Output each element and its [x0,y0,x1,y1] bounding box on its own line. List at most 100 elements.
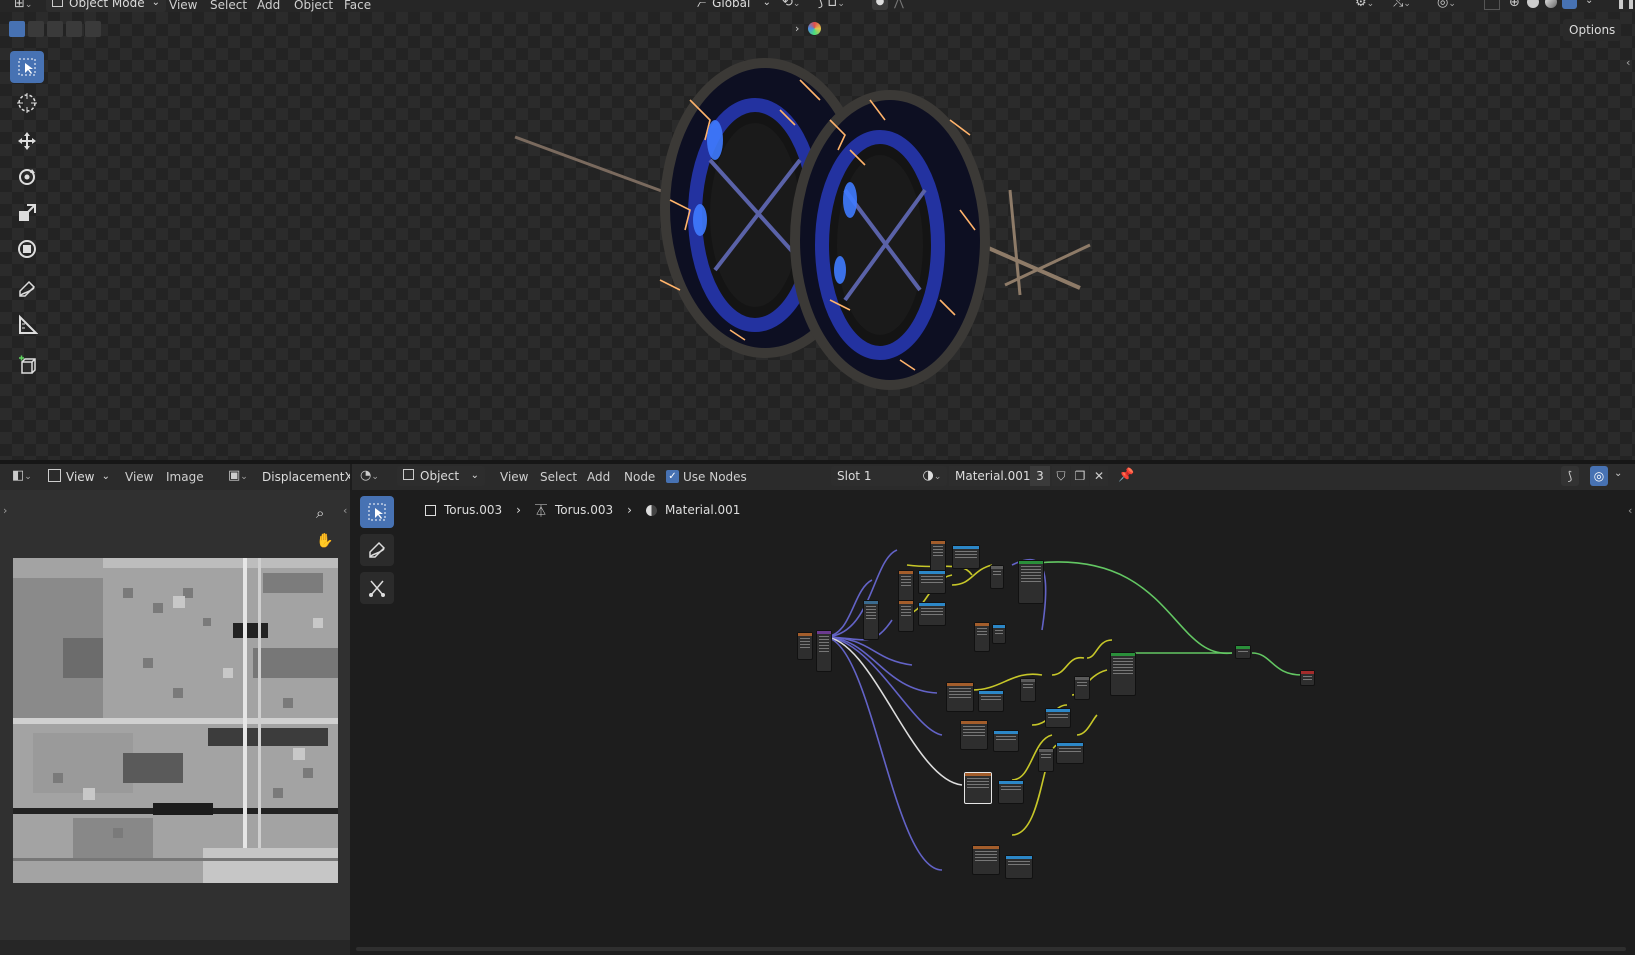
image-editor-sidebar-icon[interactable]: ‹ [343,504,347,517]
material-output-node[interactable] [1300,670,1315,686]
fake-user-shield-icon[interactable]: ⛉ [1052,466,1070,486]
menu-select[interactable]: Select [210,0,247,16]
shader-node[interactable] [990,565,1004,589]
shader-node[interactable] [898,600,914,632]
rendered-torus-object[interactable] [500,40,1150,400]
image-editor-collapse-icon[interactable]: › [3,504,7,517]
tool-scale[interactable] [10,197,44,229]
proportional-edit-icon[interactable]: ● [872,0,888,10]
select-subtract-icon[interactable] [47,21,63,37]
falloff-icon[interactable]: ⋀ [894,0,904,9]
pin-icon[interactable]: 📌 [1118,466,1134,486]
pause-render-icon[interactable]: ❚❚ [1616,0,1635,9]
select-intersect-icon[interactable] [85,21,101,37]
shader-node[interactable] [960,720,988,750]
shader-node[interactable] [816,630,832,672]
select-invert-icon[interactable] [66,21,82,37]
shader-node[interactable] [1018,560,1044,604]
zoom-icon[interactable]: ⌕ [316,504,324,522]
shader-node[interactable] [1074,676,1090,700]
shader-node[interactable] [1038,748,1054,772]
node-menu-node[interactable]: Node [624,466,655,488]
shader-node[interactable] [1020,678,1036,702]
menu-view[interactable]: View [169,0,197,16]
pivot-icon[interactable]: ⟲⌄ [782,0,800,10]
shader-node[interactable] [972,845,1000,875]
snap-icon[interactable]: ⟆ ⊔⌄ [818,0,845,10]
material-browse-icon[interactable]: ◑⌄ [917,466,947,486]
visibility-icon[interactable]: ⚙⌄ [1355,0,1374,10]
shading-dropdown-icon[interactable]: ⌄ [1585,0,1593,6]
shader-node[interactable] [974,622,990,652]
shader-node[interactable] [918,602,946,626]
mode-dropdown[interactable]: Object Mode ⌄ [46,0,166,12]
node-menu-select[interactable]: Select [540,466,577,488]
sidebar-toggle-icon[interactable]: ‹ [1626,56,1630,69]
image-menu-view[interactable]: View [125,466,153,488]
select-new-icon[interactable] [9,21,25,37]
shader-node[interactable] [993,730,1019,752]
measure-icon [19,314,38,334]
options-dropdown[interactable]: Options [1563,19,1622,41]
shader-node[interactable] [1005,855,1033,879]
editor-type-icon[interactable]: ⊞⌄ [14,0,36,12]
menu-face[interactable]: Face [344,0,371,16]
shader-node[interactable] [992,624,1006,644]
shader-node[interactable] [1056,742,1084,764]
snapping-icon[interactable]: ⟆ [1561,466,1579,486]
selected-shader-node[interactable] [964,772,992,804]
node-overlay-icon[interactable]: ◎ [1590,466,1608,486]
node-editor-type-icon[interactable]: ◔⌄ [360,468,379,483]
displacement-texture-image[interactable] [13,558,338,883]
shader-node[interactable] [1235,645,1251,659]
tool-rotate[interactable] [10,161,44,193]
shader-type-dropdown[interactable]: Object ⌄ [397,466,485,486]
unlink-material-icon[interactable]: ✕ [1090,466,1108,486]
tool-transform[interactable] [10,233,44,265]
overlay-icon[interactable]: ◎⌄ [1437,0,1456,10]
tool-cursor[interactable] [10,87,44,119]
image-editor-type-icon[interactable]: ◧⌄ [12,468,32,483]
shader-node[interactable] [930,540,946,572]
shader-node[interactable] [952,545,980,569]
shader-node[interactable] [1110,652,1136,696]
chevron-down-icon[interactable]: ⌄ [1614,468,1622,479]
menu-add[interactable]: Add [257,0,280,16]
use-nodes-label[interactable]: Use Nodes [683,466,747,488]
material-name-field[interactable]: Material.001 [949,466,1035,486]
image-name-field[interactable]: DisplacementX_ [262,466,350,488]
use-nodes-checkbox[interactable]: ✓ [666,470,679,483]
tool-select-box[interactable] [10,51,44,83]
xray-icon[interactable] [1484,0,1500,10]
gizmo-icon[interactable]: ⤯⌄ [1393,0,1411,10]
shader-node[interactable] [918,570,946,594]
material-users-count[interactable]: 3 [1030,466,1050,486]
shader-node[interactable] [898,570,914,602]
tool-measure[interactable] [10,309,44,341]
shader-node[interactable] [1045,708,1071,728]
duplicate-material-icon[interactable]: ❐ [1071,466,1089,486]
image-menu-image[interactable]: Image [166,466,204,488]
shading-rendered-icon[interactable] [1562,0,1577,9]
view-mode-dropdown[interactable]: View ⌄ [48,466,110,488]
expand-arrow-icon[interactable]: › [795,22,799,35]
tool-annotate[interactable] [10,273,44,305]
orientation-dropdown[interactable]: ⦧ Global ⌄ [697,0,771,12]
tool-move[interactable] [10,125,44,157]
shader-node[interactable] [797,632,813,660]
menu-object[interactable]: Object [294,0,333,16]
pan-hand-icon[interactable]: ✋ [316,533,333,549]
shader-node[interactable] [978,690,1004,712]
image-browse-icon[interactable]: ▣⌄ [228,468,248,483]
shader-node[interactable] [863,600,879,640]
node-editor-scrollbar[interactable] [356,947,1626,951]
select-extend-icon[interactable] [28,21,44,37]
shading-wireframe-icon[interactable]: ⊕ [1509,0,1520,10]
node-menu-add[interactable]: Add [587,466,610,488]
shader-node[interactable] [998,780,1024,804]
node-menu-view[interactable]: View [500,466,528,488]
scene-collection-icon[interactable] [808,22,821,35]
tool-add-cube[interactable] [10,349,44,381]
options-label: Options [1569,23,1616,37]
shader-node[interactable] [946,682,974,712]
